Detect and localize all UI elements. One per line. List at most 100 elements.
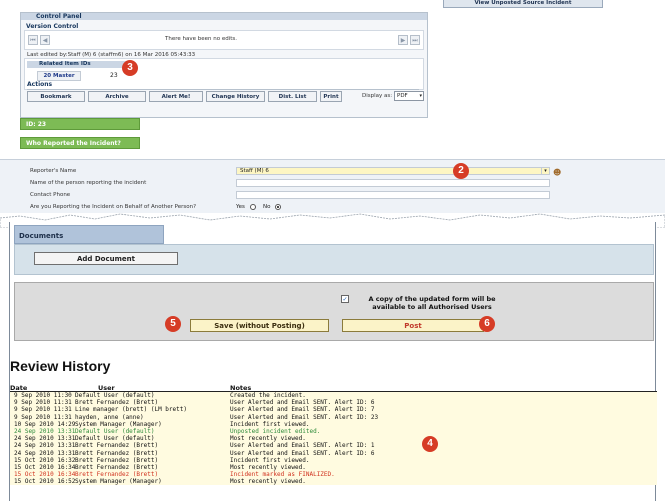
archive-button[interactable]: Archive [88, 91, 146, 102]
cell-notes: Incident marked as FINALIZED. [230, 471, 335, 479]
cell-date: 9 Sep 2010 11:30 [14, 392, 72, 399]
dist-list-button[interactable]: Dist. List [268, 91, 317, 102]
chevron-down-icon: ▾ [541, 167, 549, 175]
view-unposted-source-incident-button[interactable]: View Unposted Source Incident [443, 0, 603, 8]
cell-notes: Incident first viewed. [230, 420, 310, 428]
alert-me-button[interactable]: Alert Me! [149, 91, 203, 102]
version-control-label: Version Control [26, 23, 79, 30]
related-master-link[interactable]: 20 Master [37, 71, 81, 81]
cell-notes: User Alerted and Email SENT. Alert ID: 2… [230, 413, 379, 421]
contact-phone-label: Contact Phone [30, 192, 71, 198]
table-row: 15 Oct 2010 16:34 Brett Fernandez (Brett)… [10, 471, 657, 479]
previous-version-icon[interactable]: ◀ [40, 35, 50, 45]
cell-date: 15 Oct 2010 16:34 [14, 471, 76, 479]
person-reporting-label: Name of the person reporting the inciden… [30, 180, 147, 186]
step-badge-6: 6 [479, 316, 495, 332]
display-as-value: PDF [397, 93, 408, 99]
step-badge-4: 4 [422, 436, 438, 452]
display-as-label: Display as: [362, 93, 393, 99]
cell-date: 10 Sep 2010 14:29 [14, 420, 76, 428]
table-row: 9 Sep 2010 11:31 Brett Fernandez (Brett) U… [10, 399, 657, 407]
cell-notes: User Alerted and Email SENT. Alert ID: 6 [230, 399, 375, 407]
table-row: 24 Sep 2010 13:31 Default User (default) M… [10, 435, 657, 443]
person-lookup-icon[interactable]: ☻ [553, 168, 561, 177]
table-row: 15 Oct 2010 16:34 Brett Fernandez (Brett)… [10, 463, 657, 472]
control-panel-title: Control Panel [21, 13, 427, 20]
display-as-select[interactable]: PDF ▾ [394, 91, 424, 101]
cell-user: Brett Fernandez (Brett) [75, 463, 159, 471]
cell-date: 24 Sep 2010 13:31 [14, 442, 76, 450]
table-row: 24 Sep 2010 13:31 Brett Fernandez (Brett)… [10, 442, 657, 450]
cell-user: Default User (default) [75, 435, 155, 443]
cell-date: 15 Oct 2010 16:52 [14, 478, 76, 486]
table-row: 24 Sep 2010 13:31 Brett Fernandez (Brett)… [10, 449, 657, 457]
post-button[interactable]: Post [342, 319, 484, 332]
actions-label: Actions [27, 81, 419, 90]
documents-tab[interactable]: Documents [14, 225, 164, 244]
cell-notes: Most recently viewed. [230, 463, 306, 471]
version-control-box: ⏮ ◀ There have been no edits. ▶ ⏭ [24, 30, 424, 50]
cell-date: 24 Sep 2010 13:31 [14, 449, 76, 457]
change-history-button[interactable]: Change History [206, 91, 265, 102]
step-badge-2: 2 [453, 163, 469, 179]
reporter-name-value: Staff (M) 6 [240, 168, 269, 174]
save-without-posting-button[interactable]: Save (without Posting) [190, 319, 329, 332]
copy-available-checkbox[interactable]: ✓ [341, 295, 349, 303]
cell-date: 24 Sep 2010 13:31 [14, 427, 76, 435]
behalf-yes-radio[interactable] [250, 204, 256, 210]
cell-user: Brett Fernandez (Brett) [75, 449, 159, 457]
cell-notes: User Alerted and Email SENT. Alert ID: 7 [230, 406, 375, 414]
table-row: 15 Oct 2010 16:52 System Manager (Manager… [10, 478, 657, 486]
behalf-no-radio[interactable] [275, 204, 281, 210]
cell-date: 9 Sep 2010 11:31 [14, 406, 72, 414]
reporter-name-label: Reporter's Name [30, 168, 77, 174]
bookmark-button[interactable]: Bookmark [27, 91, 85, 102]
cell-notes: User Alerted and Email SENT. Alert ID: 6 [230, 449, 375, 457]
reporter-panel: Reporter's Name Staff (M) 6 ▾ ☻ Name of … [0, 159, 665, 213]
cell-user: Brett Fernandez (Brett) [75, 399, 159, 407]
posting-panel: ✓ A copy of the updated form will be ava… [14, 282, 654, 341]
cell-notes: Most recently viewed. [230, 478, 306, 486]
cell-date: 9 Sep 2010 11:31 [14, 413, 72, 421]
table-row: 9 Sep 2010 11:30 Default User (default) Cr… [10, 392, 657, 400]
table-row: 9 Sep 2010 11:31 hayden, anne (anne) User … [10, 413, 657, 421]
table-row: 15 Oct 2010 16:32 Brett Fernandez (Brett)… [10, 456, 657, 464]
last-version-icon[interactable]: ⏭ [410, 35, 420, 45]
behalf-question-label: Are you Reporting the Incident on Behalf… [30, 204, 196, 210]
cell-date: 15 Oct 2010 16:32 [14, 456, 76, 464]
cell-date: 15 Oct 2010 16:34 [14, 463, 76, 471]
table-row: 9 Sep 2010 11:31 Line manager (brett) (LM… [10, 406, 657, 414]
contact-phone-input[interactable] [236, 191, 550, 199]
documents-panel: Add Document [14, 244, 654, 275]
print-button[interactable]: Print [320, 91, 342, 102]
incident-id-label: ID: 23 [20, 118, 140, 130]
table-row: 10 Sep 2010 14:29 System Manager (Manager… [10, 420, 657, 428]
related-item-ids-label: Related Item IDs [27, 61, 127, 68]
cell-user: Line manager (brett) (LM brett) [75, 406, 187, 414]
cell-notes: Unposted incident edited. [230, 427, 321, 435]
cell-notes: Most recently viewed. [230, 435, 306, 443]
review-history-table: 9 Sep 2010 11:30 Default User (default) Cr… [10, 392, 657, 486]
table-row: 24 Sep 2010 13:31 Default User (default) U… [10, 427, 657, 436]
yes-label: Yes [236, 204, 245, 210]
cell-user: Brett Fernandez (Brett) [75, 442, 159, 450]
next-version-icon[interactable]: ▶ [398, 35, 408, 45]
person-reporting-input[interactable] [236, 179, 550, 187]
first-version-icon[interactable]: ⏮ [28, 35, 38, 45]
cell-user: Brett Fernandez (Brett) [75, 471, 159, 479]
review-history-title: Review History [10, 358, 111, 374]
chevron-down-icon: ▾ [419, 93, 422, 99]
related-id-value: 23 [110, 72, 118, 79]
cell-date: 24 Sep 2010 13:31 [14, 435, 76, 443]
who-reported-section-title: Who Reported the Incident? [20, 137, 140, 149]
reporter-name-select[interactable]: Staff (M) 6 ▾ [236, 167, 550, 175]
cell-user: hayden, anne (anne) [75, 413, 144, 421]
step-badge-5: 5 [165, 316, 181, 332]
add-document-button[interactable]: Add Document [34, 252, 178, 265]
cell-notes: Incident first viewed. [230, 456, 310, 464]
control-panel: Control Panel Version Control ⏮ ◀ There … [20, 12, 428, 118]
cell-user: Default User (default) [75, 427, 155, 435]
cell-user: System Manager (Manager) [75, 478, 162, 486]
no-label: No [263, 204, 271, 210]
no-edits-text: There have been no edits. [165, 36, 238, 42]
